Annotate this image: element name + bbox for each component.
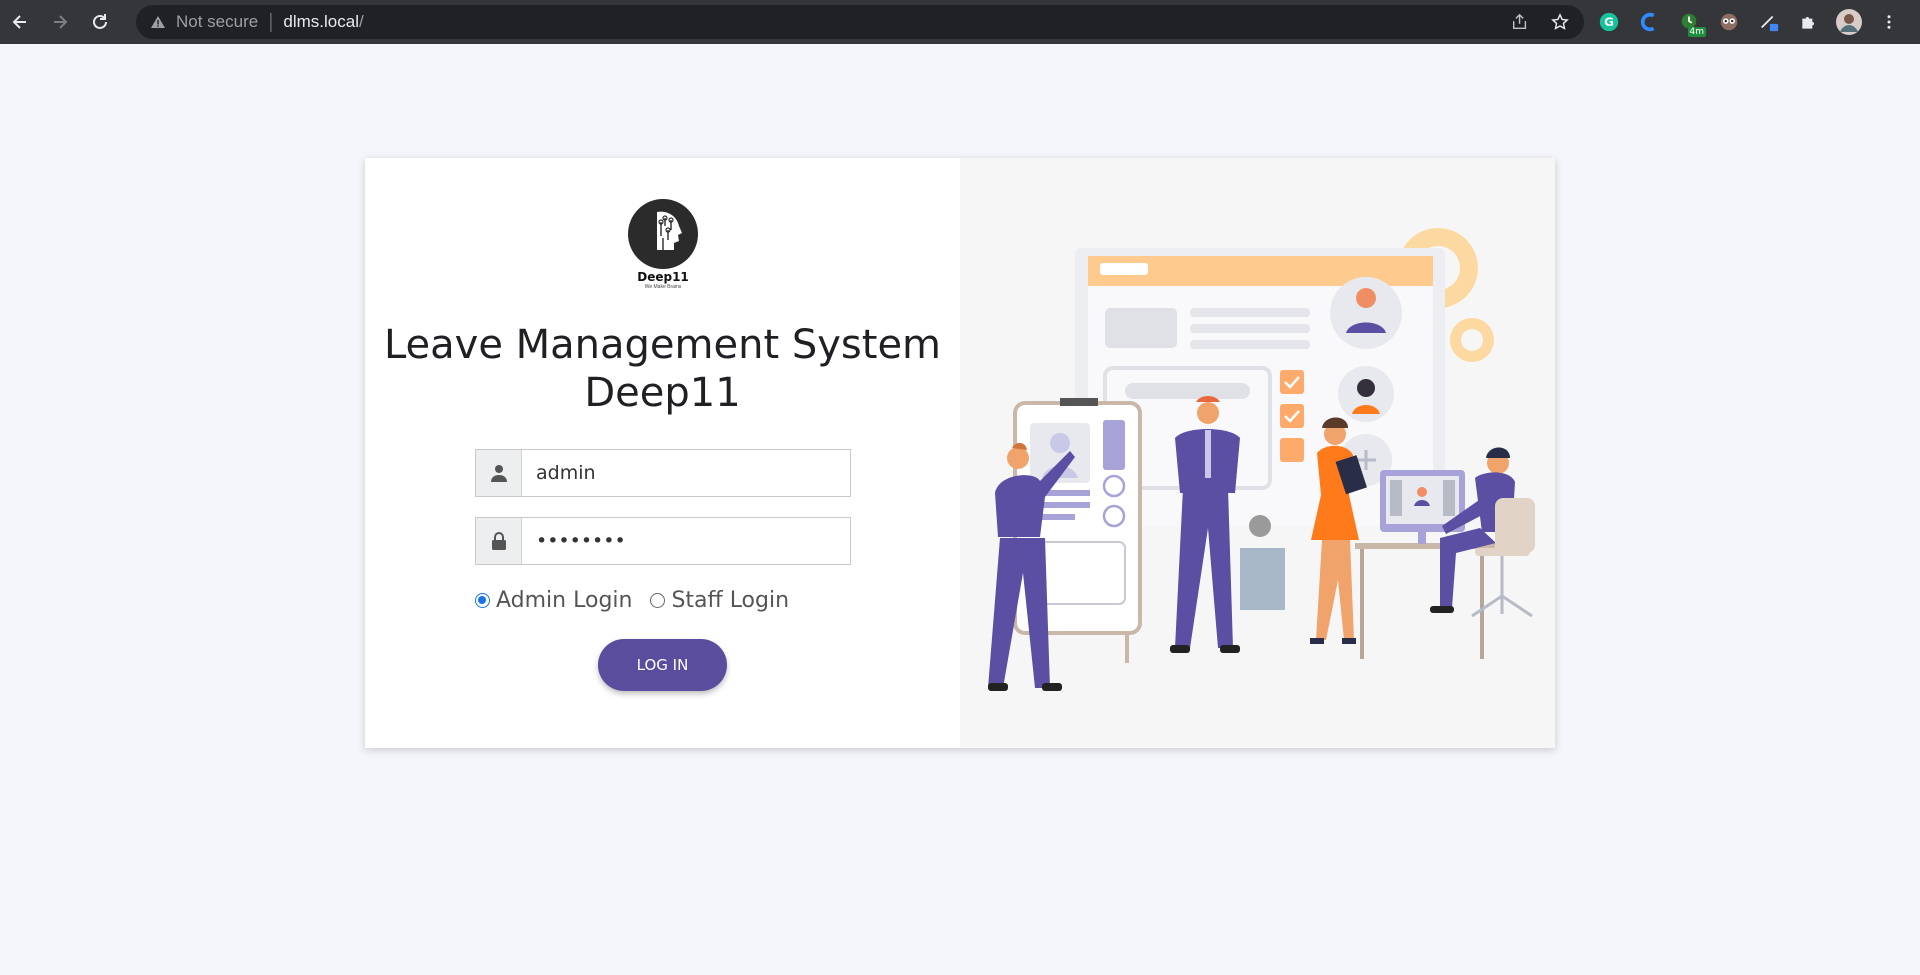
title-line-2: Deep11: [584, 370, 741, 416]
office-team-illustration: [988, 228, 1535, 691]
clock-extension-icon[interactable]: 4m: [1672, 5, 1706, 39]
grammarly-icon[interactable]: G: [1592, 5, 1626, 39]
pen-extension-icon[interactable]: [1752, 5, 1786, 39]
password-input[interactable]: [522, 518, 850, 564]
forward-button[interactable]: [40, 0, 80, 44]
url-path: /: [359, 12, 364, 31]
radio-indicator-admin[interactable]: [475, 593, 490, 608]
extensions-bar: G 4m: [1592, 0, 1906, 44]
kebab-menu-icon[interactable]: [1872, 5, 1906, 39]
company-logo: Deep11 We Make Brains: [627, 198, 699, 292]
url-separator: |: [268, 10, 274, 33]
admin-login-label: Admin Login: [496, 588, 633, 613]
forward-arrow-icon: [54, 15, 68, 29]
brain-head-logo-icon: [628, 199, 698, 269]
profile-avatar[interactable]: [1832, 5, 1866, 39]
staff-login-radio[interactable]: Staff Login: [650, 588, 789, 613]
extension-badge: 4m: [1687, 27, 1706, 37]
username-field: [475, 449, 851, 497]
page-title: Leave Management System Deep11: [365, 321, 960, 417]
warning-icon: [150, 14, 166, 30]
reload-button[interactable]: [80, 0, 120, 44]
bookmark-star-icon[interactable]: [1544, 6, 1576, 38]
logo-name: Deep11: [637, 270, 689, 284]
admin-login-radio[interactable]: Admin Login: [475, 588, 632, 613]
back-button[interactable]: [0, 0, 40, 44]
illustration-panel: [960, 158, 1555, 748]
address-bar[interactable]: Not secure | dlms.local/: [136, 5, 1584, 39]
reload-icon: [93, 14, 107, 29]
title-line-1: Leave Management System: [383, 322, 942, 368]
user-icon: [476, 450, 522, 496]
url-host: dlms.local: [283, 12, 359, 31]
svg-text:G: G: [1604, 15, 1614, 29]
owl-extension-icon[interactable]: [1712, 5, 1746, 39]
login-type-group: Admin Login Staff Login: [475, 588, 807, 613]
puzzle-icon[interactable]: [1792, 5, 1826, 39]
back-arrow-icon: [12, 15, 26, 29]
login-form-panel: Deep11 We Make Brains Leave Management S…: [365, 158, 960, 748]
browser-toolbar: Not secure | dlms.local/ G 4m: [0, 0, 1920, 44]
c-extension-icon[interactable]: [1632, 5, 1666, 39]
staff-login-label: Staff Login: [671, 588, 790, 613]
radio-indicator-staff[interactable]: [650, 593, 666, 608]
password-field: [475, 517, 851, 565]
share-icon[interactable]: [1504, 6, 1536, 38]
not-secure-label: Not secure: [176, 12, 259, 31]
login-card: Deep11 We Make Brains Leave Management S…: [365, 158, 1555, 748]
logo-tagline: We Make Brains: [644, 284, 682, 290]
username-input[interactable]: [522, 450, 850, 496]
login-button[interactable]: LOG IN: [598, 639, 727, 691]
lock-icon: [476, 518, 522, 564]
url-text[interactable]: dlms.local/: [283, 12, 363, 32]
